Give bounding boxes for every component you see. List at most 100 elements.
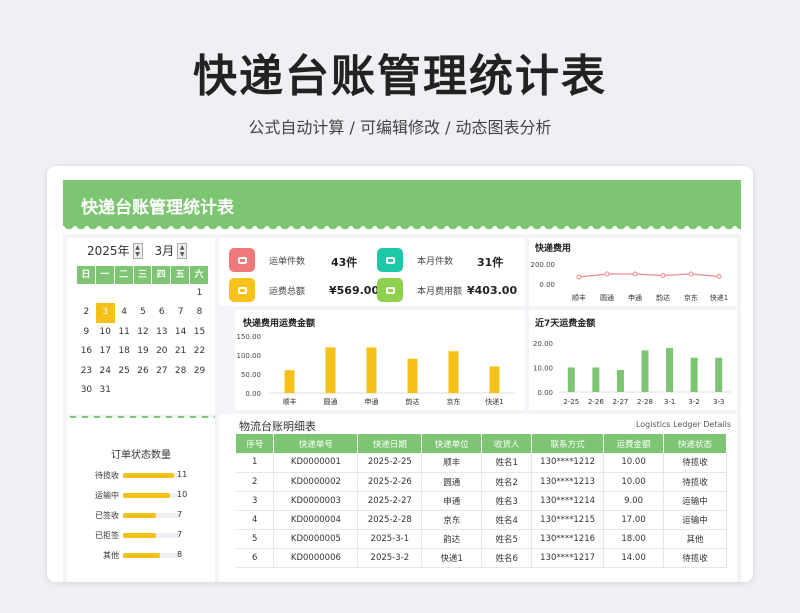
table-cell[interactable]: 17.00 [603, 510, 665, 530]
table-cell[interactable]: 待揽收 [663, 453, 727, 473]
table-row[interactable]: 6 KD0000006 2025-3-2 快递1 姓名6 130****1217 14.00… [236, 548, 727, 568]
table-cell[interactable]: 京东 [421, 510, 483, 530]
table-cell[interactable]: 130****1215 [531, 510, 605, 530]
table-cell[interactable]: 2 [236, 472, 275, 492]
table-cell[interactable]: 3 [236, 491, 275, 511]
calendar-day[interactable]: 24 [96, 362, 115, 381]
calendar-day[interactable]: 17 [96, 342, 115, 361]
table-cell[interactable]: 圆通 [421, 472, 483, 492]
table-cell[interactable]: KD0000002 [273, 472, 359, 492]
table-cell[interactable]: 10.00 [603, 472, 665, 492]
table-cell[interactable]: 姓名6 [481, 548, 533, 568]
table-cell[interactable]: 9.00 [603, 491, 665, 511]
calendar-day[interactable]: 12 [134, 323, 153, 342]
calendar-day[interactable]: 5 [134, 303, 153, 322]
ledger-column-header[interactable]: 快递状态 [663, 434, 727, 453]
calendar-day[interactable]: 3 [95, 303, 115, 323]
calendar-day[interactable]: 19 [134, 342, 153, 361]
table-cell[interactable]: 姓名4 [481, 510, 533, 530]
table-cell[interactable]: KD0000001 [273, 453, 359, 473]
table-cell[interactable]: 运输中 [663, 491, 727, 511]
ledger-column-header[interactable]: 收货人 [481, 434, 533, 453]
table-cell[interactable]: KD0000003 [273, 491, 359, 511]
table-cell[interactable]: 姓名3 [481, 491, 533, 511]
month-spinner[interactable]: ▲ ▼ [177, 242, 188, 259]
table-cell[interactable]: 2025-3-2 [357, 548, 423, 568]
calendar-day[interactable]: 21 [171, 342, 190, 361]
bar-ytick: 10.00 [533, 365, 553, 373]
calendar-day[interactable]: 25 [115, 362, 134, 381]
table-cell[interactable]: 130****1214 [531, 491, 605, 511]
ledger-column-header[interactable]: 序号 [236, 434, 275, 453]
table-cell[interactable]: 6 [236, 548, 275, 568]
table-cell[interactable]: 10.00 [603, 453, 665, 473]
ledger-column-header[interactable]: 快递单位 [421, 434, 483, 453]
calendar-day[interactable]: 9 [77, 323, 96, 342]
table-cell[interactable]: 快递1 [421, 548, 483, 568]
table-cell[interactable]: 2025-2-25 [357, 453, 423, 473]
ledger-column-header[interactable]: 运费金额 [603, 434, 665, 453]
calendar-day[interactable]: 20 [152, 342, 171, 361]
table-cell[interactable]: 2025-2-28 [357, 510, 423, 530]
table-row[interactable]: 2 KD0000002 2025-2-26 圆通 姓名2 130****1213 10.00… [236, 472, 727, 492]
table-cell[interactable]: 其他 [663, 529, 727, 549]
calendar-day[interactable]: 22 [190, 342, 209, 361]
table-cell[interactable]: KD0000006 [273, 548, 359, 568]
table-cell[interactable]: 姓名5 [481, 529, 533, 549]
calendar-day[interactable]: 29 [190, 362, 209, 381]
banner-title: 快递台账管理统计表 [63, 180, 741, 226]
table-cell[interactable]: 18.00 [603, 529, 665, 549]
calendar-day[interactable]: 16 [77, 342, 96, 361]
calendar-day[interactable]: 1 [190, 284, 209, 303]
calendar-day[interactable]: 7 [171, 303, 190, 322]
calendar-day[interactable]: 30 [77, 381, 96, 400]
table-cell[interactable]: 130****1213 [531, 472, 605, 492]
calendar-day[interactable]: 31 [96, 381, 115, 400]
table-cell[interactable]: 130****1216 [531, 529, 605, 549]
table-cell[interactable]: 14.00 [603, 548, 665, 568]
calendar-day[interactable]: 15 [190, 323, 209, 342]
calendar-day[interactable]: 26 [134, 362, 153, 381]
table-cell[interactable]: 1 [236, 453, 275, 473]
table-cell[interactable]: 2025-2-27 [357, 491, 423, 511]
table-cell[interactable]: 姓名1 [481, 453, 533, 473]
calendar-day[interactable]: 2 [77, 303, 96, 322]
calendar-grid: 日一二三四五六 1 2 3 4 5 6 7 8 9 10 11 12 13 14 15 16 17 18 19 20 21… [77, 266, 209, 400]
calendar-day[interactable]: 4 [115, 303, 134, 322]
ledger-column-header[interactable]: 快递单号 [273, 434, 359, 453]
table-cell[interactable]: 2025-3-1 [357, 529, 423, 549]
table-cell[interactable]: 顺丰 [421, 453, 483, 473]
calendar-day[interactable]: 13 [152, 323, 171, 342]
calendar-day[interactable]: 28 [171, 362, 190, 381]
table-cell[interactable]: 130****1212 [531, 453, 605, 473]
calendar-day[interactable]: 18 [115, 342, 134, 361]
calendar-day[interactable]: 10 [96, 323, 115, 342]
table-cell[interactable]: 待揽收 [663, 548, 727, 568]
table-cell[interactable]: 4 [236, 510, 275, 530]
table-row[interactable]: 4 KD0000004 2025-2-28 京东 姓名4 130****1215 17.00… [236, 510, 727, 530]
bar [567, 367, 575, 392]
table-row[interactable]: 1 KD0000001 2025-2-25 顺丰 姓名1 130****1212 10.00… [236, 453, 727, 473]
calendar-day[interactable]: 8 [190, 303, 209, 322]
calendar-day[interactable]: 14 [171, 323, 190, 342]
table-cell[interactable]: 姓名2 [481, 472, 533, 492]
ledger-column-header[interactable]: 快递日期 [357, 434, 423, 453]
ledger-column-header[interactable]: 联系方式 [531, 434, 605, 453]
table-cell[interactable]: KD0000005 [273, 529, 359, 549]
table-cell[interactable]: 韵达 [421, 529, 483, 549]
table-cell[interactable]: 运输中 [663, 510, 727, 530]
table-cell[interactable]: 待揽收 [663, 472, 727, 492]
ledger-title: 物流台账明细表 [239, 420, 316, 433]
year-spinner[interactable]: ▲ ▼ [132, 242, 143, 259]
table-cell[interactable]: 2025-2-26 [357, 472, 423, 492]
table-cell[interactable]: 5 [236, 529, 275, 549]
calendar-day[interactable]: 27 [152, 362, 171, 381]
calendar-day[interactable]: 23 [77, 362, 96, 381]
table-cell[interactable]: KD0000004 [273, 510, 359, 530]
calendar-day[interactable]: 6 [152, 303, 171, 322]
table-cell[interactable]: 申通 [421, 491, 483, 511]
table-cell[interactable]: 130****1217 [531, 548, 605, 568]
table-row[interactable]: 3 KD0000003 2025-2-27 申通 姓名3 130****1214 9.00 运… [236, 491, 727, 511]
calendar-day[interactable]: 11 [115, 323, 134, 342]
table-row[interactable]: 5 KD0000005 2025-3-1 韵达 姓名5 130****1216 18.00 其… [236, 529, 727, 549]
